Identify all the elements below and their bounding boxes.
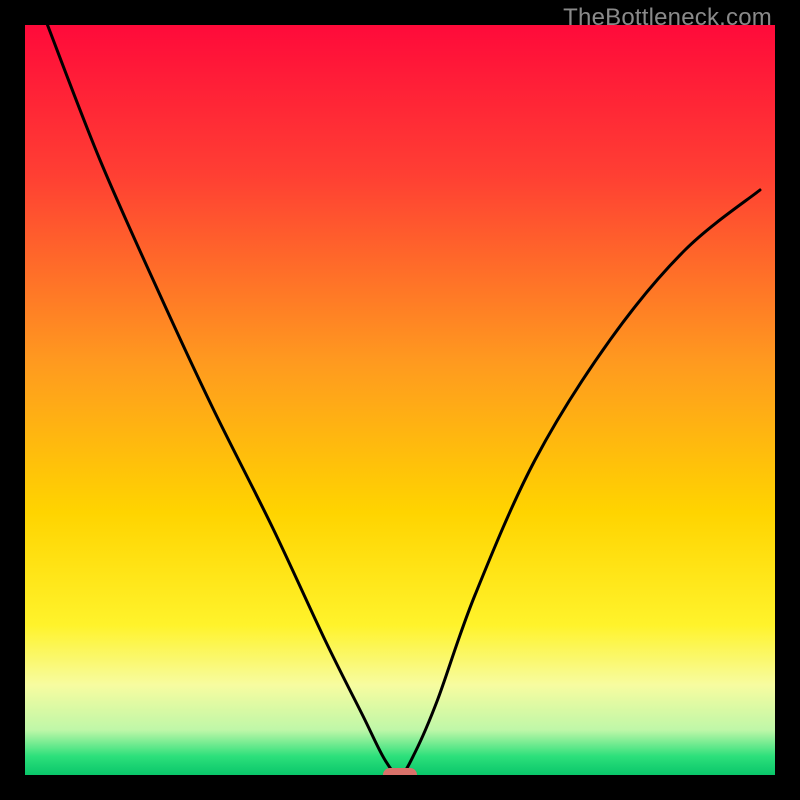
chart-frame: TheBottleneck.com	[0, 0, 800, 800]
plot-svg	[25, 25, 775, 775]
gradient-background	[25, 25, 775, 775]
watermark-text: TheBottleneck.com	[563, 4, 772, 32]
optimal-marker	[383, 768, 417, 775]
plot-area	[25, 25, 775, 775]
